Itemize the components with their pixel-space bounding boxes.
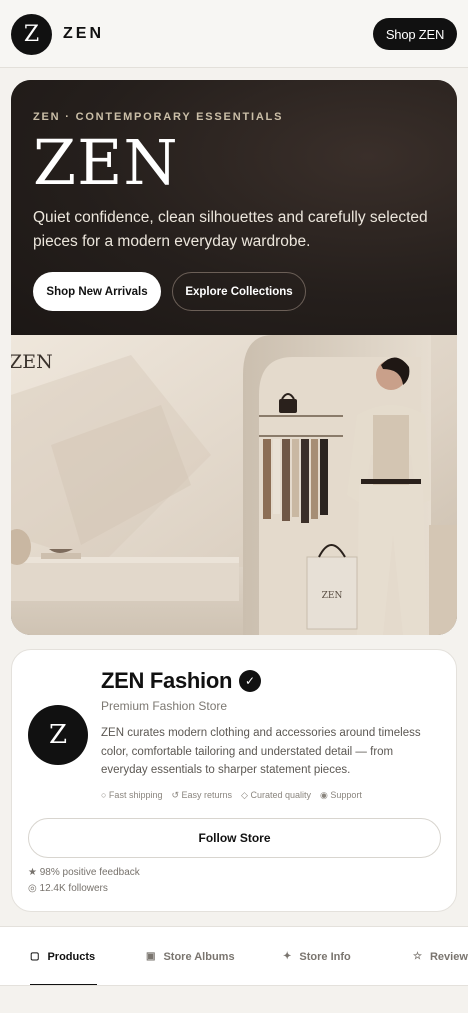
logo-letter: Z: [23, 22, 40, 47]
store-name: ZEN Fashion: [101, 668, 233, 693]
hero-description: Quiet confidence, clean silhouettes and …: [33, 209, 428, 250]
tab-products[interactable]: ▢ Products: [30, 927, 96, 985]
shop-zen-button[interactable]: Shop ZEN: [373, 18, 457, 50]
brand-logo[interactable]: Z: [11, 14, 52, 55]
tab-store-albums[interactable]: ▣ Store Albums: [146, 927, 235, 985]
tab-reviews[interactable]: ☆ Reviews: [413, 927, 468, 985]
tab-store-info[interactable]: ✦ Store Info: [283, 927, 351, 985]
star-icon: ☆: [413, 951, 422, 962]
album-icon: ▣: [146, 951, 156, 962]
tab-label: Store Albums: [163, 950, 235, 963]
wall-sign-text: ZEN: [11, 351, 53, 373]
feature-easy-returns: ↺ Easy returns: [171, 790, 233, 800]
explore-collections-button[interactable]: Explore Collections: [172, 272, 306, 311]
hero-eyebrow: ZEN · CONTEMPORARY ESSENTIALS: [33, 111, 284, 123]
feature-fast-shipping: ○ Fast shipping: [101, 790, 163, 800]
store-description: ZEN curates modern clothing and accessor…: [101, 727, 421, 776]
follow-store-button[interactable]: Follow Store: [28, 818, 441, 858]
bag-logo-text: ZEN: [322, 591, 343, 601]
store-avatar[interactable]: Z: [28, 705, 88, 765]
feature-curated-quality: ◇ Curated quality: [241, 790, 311, 800]
tab-label: Products: [47, 950, 96, 963]
avatar-letter: Z: [48, 720, 68, 750]
hero-banner: ZEN · CONTEMPORARY ESSENTIALS ZEN Quiet …: [11, 80, 457, 635]
feature-support: ◉ Support: [320, 790, 362, 800]
hero-photo: ZEN ZEN: [11, 335, 457, 635]
box-icon: ▢: [30, 951, 40, 962]
verified-badge-icon: ✓: [239, 670, 261, 692]
brand-name[interactable]: ZEN: [63, 25, 104, 43]
active-tab-indicator: [30, 984, 97, 985]
followers-stat: ◎ 12.4K followers: [28, 883, 108, 894]
top-header: Z ZEN Shop ZEN: [0, 0, 468, 68]
tab-label: Store Info: [299, 950, 351, 963]
shop-new-arrivals-button[interactable]: Shop New Arrivals: [33, 272, 161, 311]
store-features: ○ Fast shipping ↺ Easy returns ◇ Curated…: [101, 790, 362, 801]
feedback-stat: ★ 98% positive feedback: [28, 867, 140, 878]
tab-label: Reviews: [429, 950, 468, 963]
hero-title: ZEN: [33, 126, 179, 199]
store-subtitle: Premium Fashion Store: [101, 699, 228, 713]
store-profile-card: Z ZEN Fashion ✓ Premium Fashion Store ZE…: [11, 649, 457, 912]
store-tab-bar: ▢ Products ▣ Store Albums ✦ Store Info ☆…: [0, 926, 468, 986]
sparkle-icon: ✦: [283, 951, 292, 962]
hero-text-panel: ZEN · CONTEMPORARY ESSENTIALS ZEN Quiet …: [11, 80, 457, 335]
